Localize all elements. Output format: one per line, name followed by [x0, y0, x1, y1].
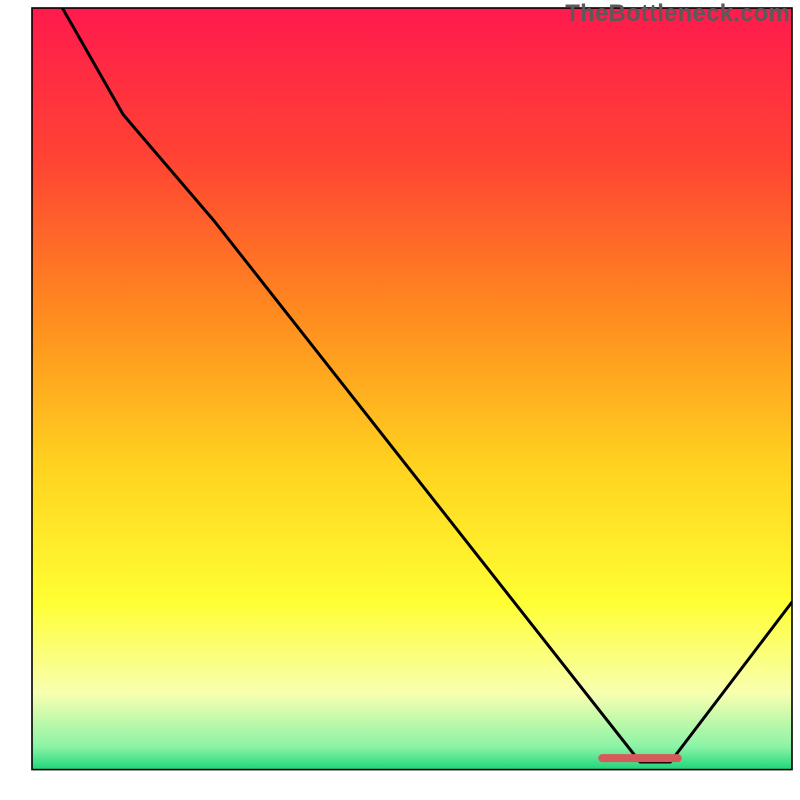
bottleneck-chart — [0, 0, 800, 800]
watermark-text: TheBottleneck.com — [565, 0, 790, 28]
gradient-background — [32, 8, 792, 770]
chart-container: TheBottleneck.com — [0, 0, 800, 800]
optimal-range-marker — [598, 754, 682, 762]
